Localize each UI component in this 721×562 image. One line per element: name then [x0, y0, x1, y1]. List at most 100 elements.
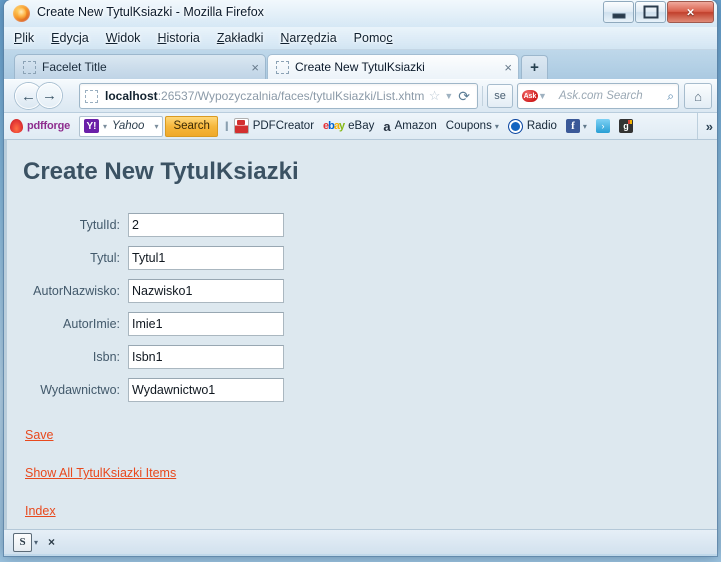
menu-item-edycja[interactable]: Edycja	[51, 31, 89, 45]
tab-create-new-tytulksiazki[interactable]: Create New TytulKsiazki ×	[267, 54, 519, 79]
menu-item-zakladki[interactable]: Zakładki	[217, 31, 264, 45]
chevron-down-icon[interactable]: ▼	[444, 91, 453, 101]
firefox-window: Create New TytulKsiazki - Mozilla Firefo…	[4, 0, 717, 556]
form-row: Tytul: Tytul1	[27, 241, 717, 274]
chevron-down-icon[interactable]: ▾	[34, 538, 38, 547]
yahoo-search-button[interactable]: Search	[165, 115, 218, 137]
addon-bar: S ▾ ×	[4, 529, 717, 554]
search-icon[interactable]: ⌕	[667, 89, 674, 104]
menu-label-plik: lik	[22, 31, 35, 45]
bookmark-pdfcreator[interactable]: PDFCreator	[233, 118, 315, 134]
search-input[interactable]: Ask.com Search	[552, 90, 667, 102]
menu-item-narzedzia[interactable]: Narzędzia	[280, 31, 336, 45]
field-input-autorimie[interactable]: Imie1	[128, 311, 284, 336]
field-label-tytulid: TytulId:	[79, 217, 120, 232]
title-bar: Create New TytulKsiazki - Mozilla Firefo…	[4, 0, 717, 27]
menu-label-pomoc: Pomo	[353, 31, 387, 45]
maximize-button[interactable]	[635, 1, 666, 23]
field-label-wydawnictwo: Wydawnictwo:	[40, 382, 120, 397]
search-bar[interactable]: Ask ▼ Ask.com Search ⌕	[517, 83, 679, 109]
navigation-toolbar: ← → localhost:26537/Wypozyczalnia/faces/…	[4, 79, 717, 113]
close-button[interactable]: ×	[667, 1, 714, 23]
field-input-autornazwisko[interactable]: Nazwisko1	[128, 278, 284, 303]
bookmark-label: Amazon	[394, 120, 437, 132]
toolbar-separator	[482, 86, 483, 106]
menu-item-historia[interactable]: Historia	[157, 31, 199, 45]
chevron-down-icon[interactable]: ▾	[495, 122, 499, 131]
field-label-tytul: Tytul:	[90, 250, 120, 265]
amazon-icon: a	[383, 118, 391, 134]
bookmark-coupons[interactable]: Coupons ▾	[446, 120, 499, 132]
yahoo-search-input[interactable]: Yahoo	[112, 120, 144, 132]
addon-bar-close-icon[interactable]: ×	[48, 535, 55, 549]
url-path: :26537/Wypozyczalnia/faces/tytulKsiazki/…	[157, 89, 425, 103]
ask-icon[interactable]: Ask	[522, 90, 538, 102]
tab-close-icon[interactable]: ×	[499, 61, 512, 74]
field-input-isbn[interactable]: Isbn1	[128, 344, 284, 369]
bookmarks-toolbar: pdfforge Y! ▾ Yahoo ▾ Search ||| PDFCrea…	[4, 113, 717, 140]
yahoo-search-field[interactable]: Y! ▾ Yahoo ▾	[79, 115, 164, 137]
menu-item-plik[interactable]: Plik	[14, 31, 34, 45]
page-content: Create New TytulKsiazki TytulId: 2 Tytul…	[4, 140, 717, 529]
tab-title: Facelet Title	[42, 60, 107, 74]
chevron-down-icon[interactable]: ▾	[583, 122, 587, 131]
bookmarks-overflow-button[interactable]: »	[696, 113, 713, 139]
bookmark-googleplus[interactable]: g	[618, 119, 633, 133]
bookmark-star-icon[interactable]: ☆	[429, 88, 441, 104]
url-host: localhost	[105, 89, 158, 103]
forward-button[interactable]: →	[37, 83, 62, 108]
site-identity-icon	[85, 89, 98, 103]
field-input-tytulid[interactable]: 2	[128, 212, 284, 237]
form-row: TytulId: 2	[27, 208, 717, 241]
menu-bar: Plik Edycja Widok Historia Zakładki Narz…	[4, 27, 717, 50]
menu-item-widok[interactable]: Widok	[106, 31, 141, 45]
bookmark-ebay[interactable]: ebay eBay	[323, 120, 374, 132]
skype-addon-icon[interactable]: S	[13, 532, 32, 552]
bookmark-facebook[interactable]: f ▾	[565, 119, 587, 133]
ebay-icon: ebay	[323, 120, 345, 132]
tab-title: Create New TytulKsiazki	[295, 60, 425, 74]
chevron-down-icon[interactable]: ▼	[538, 91, 547, 101]
minimize-button[interactable]	[603, 1, 634, 23]
create-form: TytulId: 2 Tytul: Tytul1 AutorNazwisko: …	[27, 208, 717, 406]
chevron-down-icon[interactable]: ▾	[103, 122, 107, 131]
bookmark-amazon[interactable]: a Amazon	[383, 120, 436, 133]
twitter-icon: ›	[595, 119, 610, 133]
tab-facelet-title[interactable]: Facelet Title ×	[14, 54, 266, 79]
field-input-wydawnictwo[interactable]: Wydawnictwo1	[128, 377, 284, 402]
desktop-background: Create New TytulKsiazki - Mozilla Firefo…	[0, 0, 721, 562]
index-link[interactable]: Index	[25, 504, 56, 518]
yahoo-icon: Y!	[84, 119, 100, 133]
screenshot-tool-icon[interactable]: se	[487, 84, 513, 108]
form-row: Wydawnictwo: Wydawnictwo1	[27, 373, 717, 406]
field-label-autornazwisko: AutorNazwisko:	[33, 283, 120, 298]
chevron-down-icon[interactable]: ▾	[154, 122, 158, 131]
reload-icon[interactable]: ⟳	[458, 88, 470, 105]
bookmark-label: PDFCreator	[252, 120, 315, 132]
save-link[interactable]: Save	[25, 428, 54, 442]
close-icon: ×	[686, 4, 695, 20]
address-bar[interactable]: localhost:26537/Wypozyczalnia/faces/tytu…	[79, 83, 478, 109]
menu-item-pomoc[interactable]: Pomoc	[354, 31, 393, 45]
bookmark-label: pdfforge	[27, 120, 71, 132]
field-input-tytul[interactable]: Tytul1	[128, 245, 284, 270]
field-label-isbn: Isbn:	[92, 349, 120, 364]
bookmark-radio[interactable]: Radio	[507, 118, 557, 134]
facebook-icon: f	[565, 119, 580, 133]
tab-favicon-icon	[276, 60, 289, 74]
window-title: Create New TytulKsiazki - Mozilla Firefo…	[37, 5, 264, 19]
new-tab-button[interactable]: +	[521, 55, 548, 79]
menu-label-historia: istoria	[166, 31, 200, 45]
page-title: Create New TytulKsiazki	[23, 158, 299, 185]
home-button[interactable]: ⌂	[684, 83, 712, 109]
tab-favicon-icon	[23, 60, 36, 74]
toolbar-grip-icon: |||	[224, 120, 229, 132]
form-row: AutorImie: Imie1	[27, 307, 717, 340]
bookmark-twitter[interactable]: ›	[595, 119, 610, 133]
form-row: Isbn: Isbn1	[27, 340, 717, 373]
menu-label-narzedzia: arzędzia	[289, 31, 337, 45]
bookmark-label: Radio	[526, 120, 557, 132]
tab-close-icon[interactable]: ×	[246, 61, 259, 74]
show-all-link[interactable]: Show All TytulKsiazki Items	[25, 466, 176, 480]
bookmark-pdfforge[interactable]: pdfforge	[10, 119, 70, 133]
